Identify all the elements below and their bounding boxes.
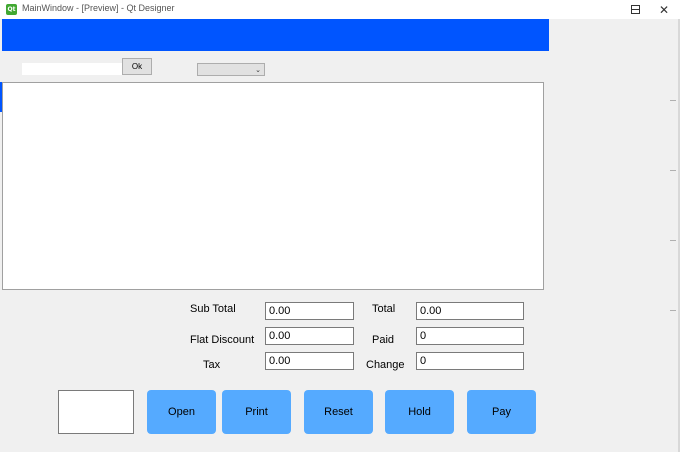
total-label: Total (372, 303, 396, 315)
header-banner (2, 19, 549, 51)
pay-button[interactable]: Pay (467, 390, 536, 434)
tax-label: Tax (203, 359, 221, 371)
edge-tick (670, 310, 676, 311)
title-bar: Qt MainWindow - [Preview] - Qt Designer … (0, 0, 680, 19)
paid-label: Paid (372, 334, 395, 346)
search-input[interactable] (22, 63, 122, 75)
edge-tick (670, 240, 676, 241)
change-field[interactable] (416, 352, 524, 370)
flat-discount-label: Flat Discount (190, 334, 255, 346)
edge-tick (670, 100, 676, 101)
edge-tick (670, 170, 676, 171)
reset-button[interactable]: Reset (304, 390, 373, 434)
tax-field[interactable] (265, 352, 354, 370)
preview-box (58, 390, 134, 434)
paid-field[interactable] (416, 327, 524, 345)
close-icon: ✕ (658, 2, 670, 17)
flat-discount-field[interactable] (265, 327, 354, 345)
change-label: Change (366, 359, 405, 371)
close-button[interactable]: ✕ (649, 0, 679, 19)
sub-total-field[interactable] (265, 302, 354, 320)
chevron-down-icon: ⌄ (255, 66, 261, 74)
item-combobox[interactable]: ⌄ (197, 63, 265, 76)
hold-button[interactable]: Hold (385, 390, 454, 434)
sub-total-label: Sub Total (190, 303, 236, 315)
items-list-view[interactable] (2, 82, 544, 290)
open-button[interactable]: Open (147, 390, 216, 434)
ok-button[interactable]: Ok (122, 58, 152, 75)
total-field[interactable] (416, 302, 524, 320)
print-button[interactable]: Print (222, 390, 291, 434)
maximize-icon (630, 5, 640, 14)
qt-app-icon: Qt (6, 4, 17, 15)
window-title: MainWindow - [Preview] - Qt Designer (22, 3, 175, 13)
maximize-button[interactable] (620, 0, 650, 19)
